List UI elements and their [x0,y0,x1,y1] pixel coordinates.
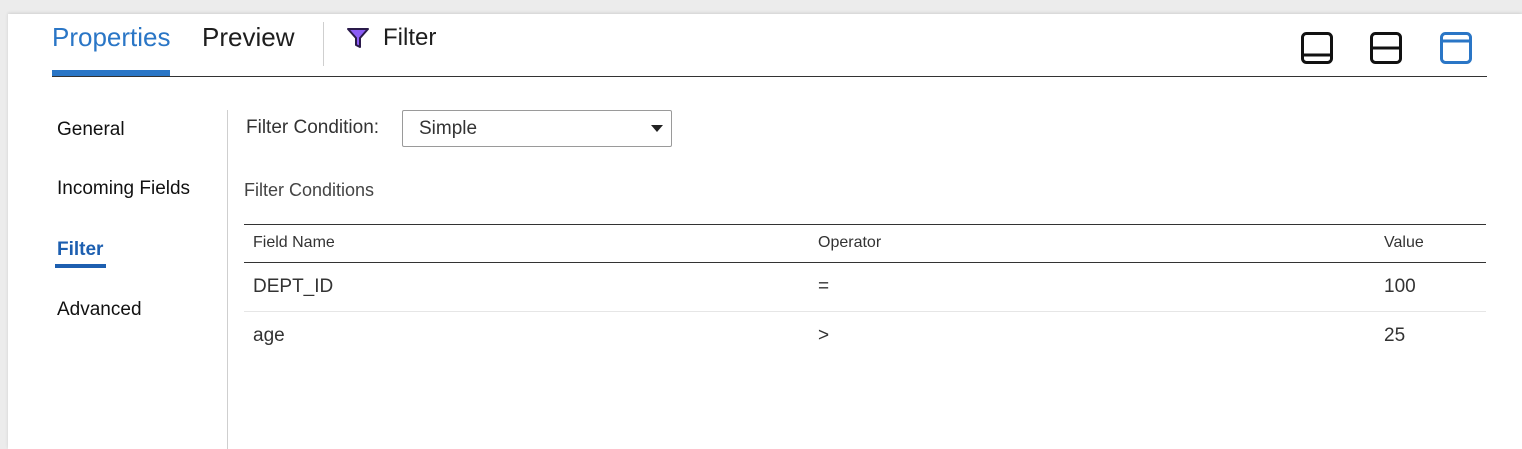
header-separator [52,76,1487,77]
panel-top-button[interactable] [1439,31,1473,65]
panel-split-button[interactable] [1369,31,1403,65]
panel-bottom-icon [1301,32,1333,64]
funnel-icon [347,28,369,48]
filter-condition-label: Filter Condition: [246,117,380,138]
cell-operator: = [818,276,830,297]
cell-value: 25 [1384,325,1406,346]
column-header-value: Value [1384,234,1424,251]
transformation-title: Filter [345,23,436,53]
filter-condition-select[interactable]: Simple [402,110,672,147]
tab-preview[interactable]: Preview [202,22,294,52]
transformation-title-label: Filter [383,24,437,51]
panel-bottom-button[interactable] [1300,31,1334,65]
sidebar-active-indicator [55,264,106,268]
filter-conditions-title: Filter Conditions [244,180,375,200]
sidebar-item-filter[interactable]: Filter [57,238,103,262]
column-header-operator: Operator [818,234,882,251]
sidebar-item-incoming-fields[interactable]: Incoming Fields [57,177,190,201]
cell-field-name: age [253,325,285,346]
panel-top-icon [1440,32,1472,64]
sidebar-item-advanced[interactable]: Advanced [57,298,142,322]
cell-field-name: DEPT_ID [253,276,334,297]
tab-properties[interactable]: Properties [52,22,171,52]
sidebar-divider [227,110,228,449]
panel-split-icon [1370,32,1402,64]
column-header-field-name: Field Name [253,234,335,251]
properties-panel: Properties Preview Filter General Incomi… [8,14,1522,449]
table-row[interactable]: DEPT_ID = 100 [244,263,1486,311]
sidebar-item-general[interactable]: General [57,118,125,142]
cell-operator: > [818,325,830,346]
header-divider [323,22,324,66]
table-top-border [244,224,1486,225]
cell-value: 100 [1384,276,1416,297]
filter-condition-value: Simple [419,118,478,139]
caret-down-icon [651,125,663,132]
table-row[interactable]: age > 25 [244,312,1486,360]
